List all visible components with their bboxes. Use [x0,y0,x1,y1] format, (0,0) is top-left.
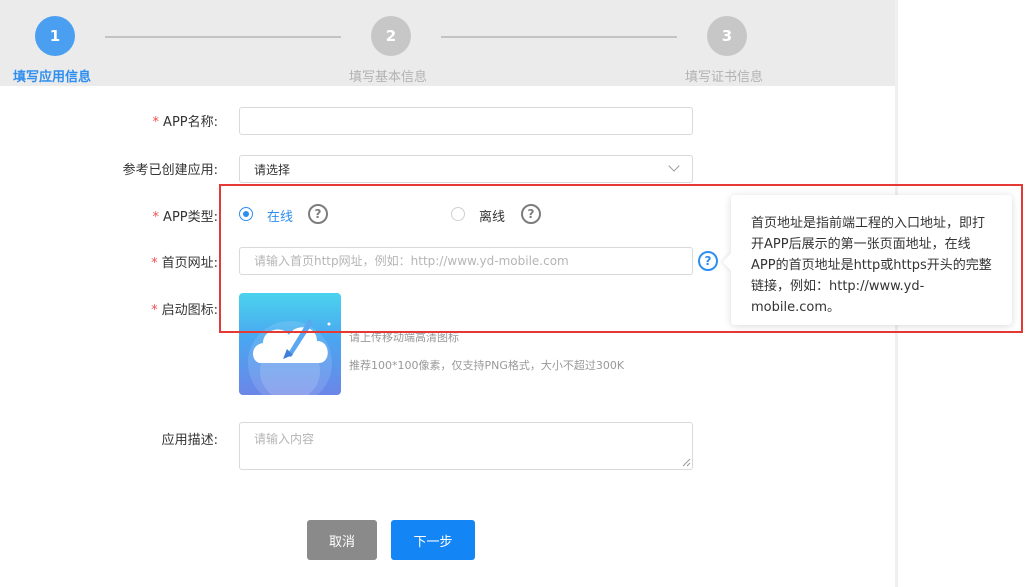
step-connector-1 [105,36,341,38]
homepage-url-tooltip: 首页地址是指前端工程的入口地址，即打开APP后展示的第一张页面地址，在线APP的… [731,195,1012,325]
description-label: 应用描述: [161,433,218,448]
app-name-input[interactable] [239,107,693,135]
resize-grip-icon[interactable] [682,458,691,467]
steps-bar: 1 2 3 填写应用信息 填写基本信息 填写证书信息 [0,0,895,86]
reference-app-select[interactable] [239,155,693,183]
step-connector-2 [441,36,677,38]
step-1-label: 填写应用信息 [13,70,92,85]
tooltip-text: 首页地址是指前端工程的入口地址，即打开APP后展示的第一张页面地址，在线APP的… [751,216,992,315]
launch-icon-label: * 启动图标: [151,303,218,318]
description-textarea[interactable] [239,422,693,470]
app-type-label: * APP类型: [152,210,218,225]
reference-app-selected-value: 请选择 [254,163,291,177]
page: 1 2 3 填写应用信息 填写基本信息 填写证书信息 * APP名称: 参考已创建… [0,0,1030,587]
homepage-url-label: * 首页网址: [151,256,218,271]
step-2-circle: 2 [371,16,411,56]
step-3-circle: 3 [707,16,747,56]
step-3-label: 填写证书信息 [685,70,764,85]
next-step-button[interactable]: 下一步 [391,520,475,560]
app-name-label: * APP名称: [152,115,218,130]
step-2-label: 填写基本信息 [349,70,428,85]
step-1-circle: 1 [35,16,75,56]
launch-icon-hint-secondary: 推荐100*100像素，仅支持PNG格式，大小不超过300K [349,359,625,372]
cancel-button[interactable]: 取消 [307,520,377,560]
reference-app-label: 参考已创建应用: [122,163,218,178]
